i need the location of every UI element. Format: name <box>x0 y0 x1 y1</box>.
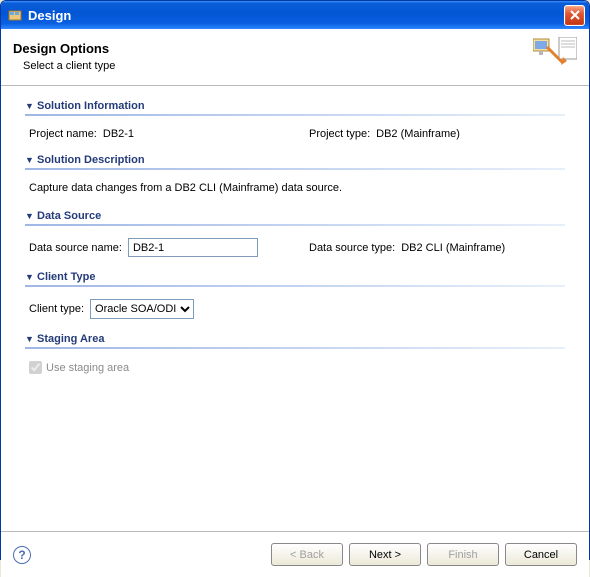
data-source-type-label: Data source type: <box>309 242 395 254</box>
section-title: Solution Information <box>37 100 145 112</box>
use-staging-area-label: Use staging area <box>46 362 129 374</box>
section-client-type[interactable]: ▼ Client Type <box>25 271 565 283</box>
cancel-button[interactable]: Cancel <box>505 543 577 566</box>
project-name-label: Project name: <box>29 128 97 140</box>
wizard-banner-icon <box>533 37 577 75</box>
project-type-label: Project type: <box>309 128 370 140</box>
section-data-source[interactable]: ▼ Data Source <box>25 210 565 222</box>
solution-info-fields: Project name: DB2-1 Project type: DB2 (M… <box>25 126 565 154</box>
wizard-footer: ? < Back Next > Finish Cancel <box>1 531 589 577</box>
data-source-name-label: Data source name: <box>29 242 122 254</box>
divider <box>25 168 565 170</box>
staging-checkbox-row: Use staging area <box>25 359 565 376</box>
solution-description-text: Capture data changes from a DB2 CLI (Mai… <box>25 180 565 210</box>
section-solution-description[interactable]: ▼ Solution Description <box>25 154 565 166</box>
project-name-value: DB2-1 <box>103 128 134 140</box>
section-title: Staging Area <box>37 333 104 345</box>
finish-button: Finish <box>427 543 499 566</box>
section-title: Data Source <box>37 210 101 222</box>
section-title: Solution Description <box>37 154 145 166</box>
window-title: Design <box>28 8 564 23</box>
client-type-fields: Client type: Oracle SOA/ODI <box>25 297 565 333</box>
data-source-type-value: DB2 CLI (Mainframe) <box>401 242 505 254</box>
project-type-value: DB2 (Mainframe) <box>376 128 460 140</box>
collapse-icon: ▼ <box>25 272 37 282</box>
divider <box>25 347 565 349</box>
page-subtitle: Select a client type <box>13 60 533 72</box>
next-button[interactable]: Next > <box>349 543 421 566</box>
divider <box>25 224 565 226</box>
data-source-name-input[interactable] <box>128 238 258 257</box>
section-title: Client Type <box>37 271 95 283</box>
close-button[interactable] <box>564 5 585 26</box>
section-staging-area[interactable]: ▼ Staging Area <box>25 333 565 345</box>
collapse-icon: ▼ <box>25 101 37 111</box>
app-icon <box>7 7 23 23</box>
collapse-icon: ▼ <box>25 334 37 344</box>
wizard-content: ▼ Solution Information Project name: DB2… <box>1 86 589 531</box>
data-source-fields: Data source name: Data source type: DB2 … <box>25 236 565 271</box>
use-staging-area-checkbox <box>29 361 42 374</box>
help-icon[interactable]: ? <box>13 546 31 564</box>
back-button: < Back <box>271 543 343 566</box>
client-type-label: Client type: <box>29 303 84 315</box>
client-type-select[interactable]: Oracle SOA/ODI <box>90 299 194 319</box>
section-solution-information[interactable]: ▼ Solution Information <box>25 100 565 112</box>
titlebar: Design <box>1 1 589 29</box>
page-title: Design Options <box>13 41 533 56</box>
divider <box>25 114 565 116</box>
divider <box>25 285 565 287</box>
collapse-icon: ▼ <box>25 211 37 221</box>
collapse-icon: ▼ <box>25 155 37 165</box>
wizard-header: Design Options Select a client type <box>1 29 589 86</box>
